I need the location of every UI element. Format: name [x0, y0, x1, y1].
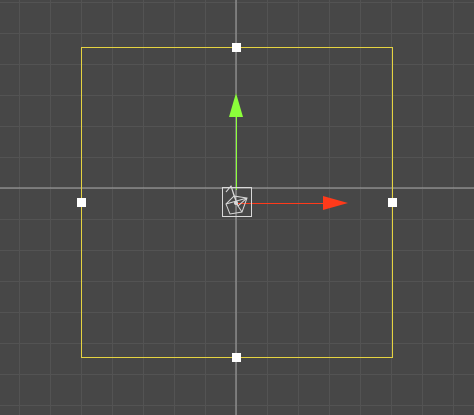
top-handle[interactable]	[232, 43, 241, 52]
x-axis-move-arrow[interactable]	[238, 196, 348, 210]
scene-grid	[0, 0, 474, 415]
scene-canvas[interactable]	[0, 0, 474, 415]
arrow-up-icon	[229, 93, 243, 117]
right-handle[interactable]	[388, 198, 397, 207]
left-handle[interactable]	[77, 198, 86, 207]
arrow-right-icon	[323, 196, 348, 210]
y-axis-move-arrow[interactable]	[229, 93, 243, 190]
scene-view[interactable]	[0, 0, 474, 415]
bottom-handle[interactable]	[232, 353, 241, 362]
pivot-point	[234, 201, 238, 205]
